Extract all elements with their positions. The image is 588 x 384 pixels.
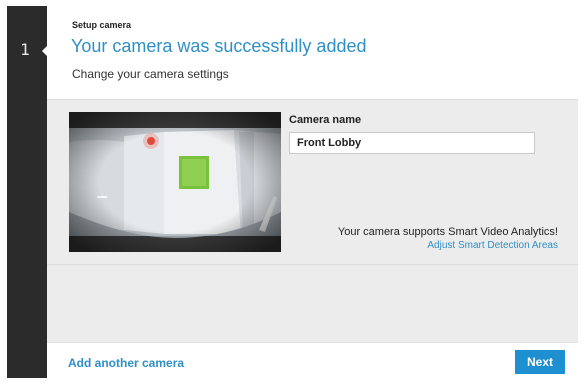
- section-divider: [47, 264, 578, 265]
- setup-footer: Add another camera Next: [47, 342, 578, 378]
- adjust-detection-areas-link[interactable]: Adjust Smart Detection Areas: [427, 240, 558, 251]
- setup-panel: Setup camera Your camera was successfull…: [47, 6, 578, 378]
- setup-header: Setup camera Your camera was successfull…: [47, 6, 578, 99]
- page-subtitle: Change your camera settings: [72, 67, 229, 81]
- add-another-camera-link[interactable]: Add another camera: [68, 356, 184, 370]
- camera-preview-image: [69, 112, 281, 252]
- setup-label: Setup camera: [72, 20, 132, 30]
- page-title: Your camera was successfully added: [71, 36, 367, 56]
- camera-settings-section: Camera name Your camera supports Smart V…: [47, 99, 578, 342]
- step-number: 1: [20, 40, 30, 59]
- camera-name-label: Camera name: [289, 114, 362, 126]
- camera-name-input[interactable]: [289, 132, 535, 154]
- camera-preview: [69, 112, 281, 252]
- analytics-support-text: Your camera supports Smart Video Analyti…: [337, 226, 558, 238]
- step-rail: 1: [7, 6, 47, 378]
- next-button[interactable]: Next: [515, 350, 565, 374]
